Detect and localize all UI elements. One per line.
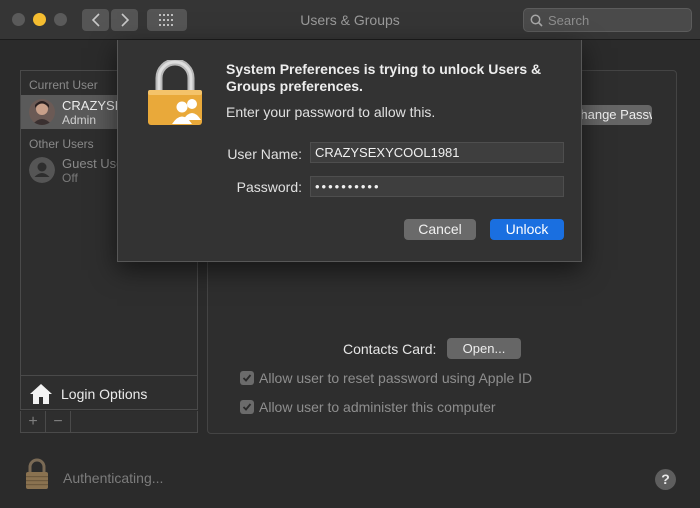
- open-contacts-button[interactable]: Open...: [447, 338, 521, 359]
- current-user-header: Current User: [29, 78, 98, 92]
- other-users-header: Other Users: [29, 137, 94, 151]
- house-icon: [30, 383, 52, 404]
- contacts-card-label: Contacts Card:: [343, 341, 437, 357]
- sidebar-buttons-bar: + −: [20, 411, 198, 433]
- username-label: User Name:: [227, 146, 302, 162]
- admin-checkbox[interactable]: [240, 400, 254, 414]
- reset-password-checkbox-row[interactable]: Allow user to reset password using Apple…: [240, 370, 532, 386]
- unlock-button[interactable]: Unlock: [490, 219, 564, 240]
- lock-icon[interactable]: [25, 458, 49, 490]
- lock-users-icon: [148, 60, 202, 125]
- admin-checkbox-row[interactable]: Allow user to administer this computer: [240, 399, 496, 415]
- current-user-role: Admin: [62, 113, 97, 127]
- login-options-item[interactable]: Login Options: [21, 375, 197, 411]
- guest-user-status: Off: [62, 171, 78, 185]
- cancel-button[interactable]: Cancel: [404, 219, 476, 240]
- checkmark-icon: [242, 374, 252, 382]
- search-field[interactable]: [523, 8, 692, 32]
- change-password-button[interactable]: Change Password...: [571, 105, 652, 125]
- password-field[interactable]: ••••••••••: [310, 176, 564, 197]
- search-input[interactable]: [548, 12, 678, 28]
- reset-password-checkbox[interactable]: [240, 371, 254, 385]
- unlock-dialog: System Preferences is trying to unlock U…: [117, 40, 582, 262]
- password-label: Password:: [236, 179, 302, 195]
- avatar: [29, 99, 55, 125]
- reset-password-label: Allow user to reset password using Apple…: [259, 370, 533, 386]
- add-user-button[interactable]: +: [21, 411, 46, 432]
- person-icon: [29, 157, 55, 183]
- admin-label: Allow user to administer this computer: [259, 399, 496, 415]
- checkmark-icon: [242, 403, 252, 411]
- remove-user-button[interactable]: −: [46, 411, 71, 432]
- dialog-title: System Preferences is trying to unlock U…: [226, 61, 542, 94]
- help-button[interactable]: ?: [655, 469, 676, 490]
- username-field[interactable]: [310, 142, 564, 163]
- login-options-label: Login Options: [61, 385, 148, 402]
- dialog-message: Enter your password to allow this.: [226, 104, 436, 120]
- search-icon: [530, 14, 543, 27]
- title-bar: Users & Groups: [0, 0, 700, 40]
- authenticating-status: Authenticating...: [63, 470, 164, 486]
